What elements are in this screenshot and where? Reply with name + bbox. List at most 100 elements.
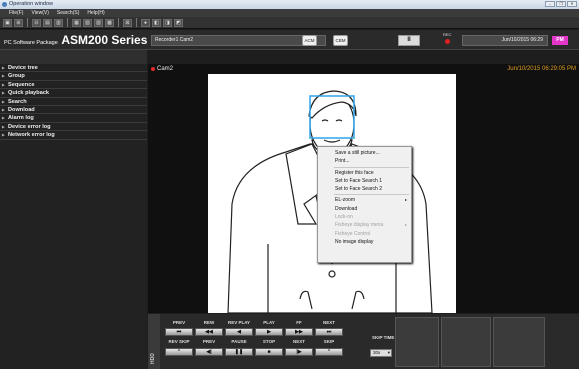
playback-controls: HDD SKIP TIME 30s ▾ PREV ⏮ REV SKIP ⌃ REW ◀◀ P… — [148, 314, 579, 369]
aux-panel-2 — [441, 317, 491, 367]
control-label-bottom: SKIP — [323, 339, 335, 344]
toolbar-button-0[interactable]: ▣ — [3, 18, 12, 27]
toolbar-button-4[interactable]: ▥ — [54, 18, 63, 27]
sidebar-item-group[interactable]: Group — [0, 72, 147, 81]
sidebar: Device treeGroupSequenceQuick playbackSe… — [0, 64, 147, 369]
control-label-top: FF — [296, 320, 302, 325]
context-menu-item[interactable]: Set to Face Search 2 — [318, 185, 411, 193]
menu-search[interactable]: Search(S) — [57, 9, 80, 17]
aux-panel-3 — [493, 317, 545, 367]
control-button-rew[interactable]: ◀◀ — [195, 328, 223, 336]
control-button-pause[interactable]: ❚❚ — [225, 348, 253, 356]
toolbar-button-10[interactable]: ● — [141, 18, 150, 27]
control-button-skip[interactable]: ⌃ — [315, 348, 343, 356]
context-menu: Save a still picture... Print... Register … — [317, 146, 412, 263]
toolbar-separator — [136, 18, 137, 27]
acm-button[interactable]: ACM — [302, 35, 317, 46]
context-menu-item-label: EL-zoom — [335, 197, 356, 204]
menu-file[interactable]: File(F) — [9, 9, 23, 17]
context-menu-item[interactable]: Fisheye display menu ▸ — [318, 221, 411, 229]
context-menu-item[interactable]: Download — [318, 205, 411, 213]
product-branding: PC Software Package ASM200 Series — [4, 34, 147, 49]
sidebar-item-search[interactable]: Search — [0, 98, 147, 106]
sidebar-item-device-error-log[interactable]: Device error log — [0, 123, 147, 132]
skip-time-select[interactable]: 30s ▾ — [370, 349, 392, 357]
context-menu-item[interactable]: Lock-on — [318, 213, 411, 221]
toolbar-button-8[interactable]: ▩ — [105, 18, 114, 27]
context-menu-item-label: Save a still picture... — [335, 150, 380, 156]
control-button-next[interactable]: ⏭ — [315, 328, 343, 336]
toolbar-button-6[interactable]: ▧ — [83, 18, 92, 27]
camera-status-icon — [151, 67, 155, 71]
menu-bar: File(F) View(V) Search(S) Help(H) — [0, 9, 579, 17]
skip-time-label: SKIP TIME — [372, 335, 395, 340]
sidebar-item-alarm-log[interactable]: Alarm log — [0, 114, 147, 123]
sidebar-item-download[interactable]: Download — [0, 106, 147, 115]
window-title: Operation window — [9, 1, 54, 7]
sidebar-item-network-error-log[interactable]: Network error log — [0, 131, 147, 140]
toolbar: ▣ ⊞ ⊟ ▤ ▥ ▦ ▧ ▨ ▩ ⊠ ● ◧ ◨ ◩ — [0, 17, 579, 29]
sidebar-item-quick-playback[interactable]: Quick playback — [0, 89, 147, 98]
context-menu-item[interactable]: Print... — [318, 157, 411, 165]
control-button-rev-play[interactable]: ◀ — [225, 328, 253, 336]
video-timestamp: Jun/10/2015 06:29:05 PM — [507, 66, 576, 72]
menu-separator — [334, 194, 409, 196]
context-menu-item[interactable]: Set to Face Search 1 — [318, 177, 411, 185]
toolbar-button-13[interactable]: ◩ — [174, 18, 183, 27]
recorder-camera-field[interactable]: Recorder1 Cam2 — [151, 35, 326, 46]
context-menu-item-label: Lock-on — [335, 214, 353, 221]
toolbar-button-12[interactable]: ◨ — [163, 18, 172, 27]
skip-time-value: 30s — [373, 350, 381, 355]
context-menu-item[interactable]: No image display — [318, 238, 411, 246]
context-menu-item-label: Print... — [335, 158, 350, 165]
toolbar-button-2[interactable]: ⊟ — [32, 18, 41, 27]
control-label-top: NEXT — [322, 320, 335, 325]
toolbar-button-1[interactable]: ⊞ — [14, 18, 23, 27]
maximize-button[interactable]: ❐ — [556, 1, 566, 7]
window-controls: – ❐ ✕ — [545, 1, 577, 7]
context-menu-item-label: No image display — [335, 238, 374, 245]
control-label-bottom: NEXT — [292, 339, 305, 344]
control-button-prev[interactable]: ◀| — [195, 348, 223, 356]
control-label-top: PLAY — [263, 320, 275, 325]
pm-badge: PM — [552, 36, 568, 45]
context-menu-item-label: Fisheye Control — [335, 230, 371, 237]
toolbar-button-11[interactable]: ◧ — [152, 18, 161, 27]
control-button-stop[interactable]: ■ — [255, 348, 283, 356]
toolbar-button-3[interactable]: ▤ — [43, 18, 52, 27]
toolbar-separator — [67, 18, 68, 27]
control-button-rev-skip[interactable]: ⌃ — [165, 348, 193, 356]
menu-view[interactable]: View(V) — [31, 9, 48, 17]
date-time-field[interactable]: Jun/10/2015 06:29 — [462, 35, 548, 46]
context-menu-item[interactable]: Save a still picture... — [318, 149, 411, 157]
chevron-right-icon: ▸ — [404, 197, 407, 203]
sidebar-item-device-tree[interactable]: Device tree — [0, 64, 147, 73]
control-button-ff[interactable]: ▶▶ — [285, 328, 313, 336]
control-button-next[interactable]: |▶ — [285, 348, 313, 356]
control-label-top: PREV — [172, 320, 186, 325]
cbm-button[interactable]: CBM — [333, 35, 348, 46]
control-label-bottom: PAUSE — [231, 339, 247, 344]
app-window: Operation window – ❐ ✕ File(F) View(V) S… — [0, 0, 579, 369]
menu-help[interactable]: Help(H) — [87, 9, 104, 17]
product-name: ASM200 Series — [61, 33, 148, 47]
control-button-play[interactable]: ▶ — [255, 328, 283, 336]
sidebar-header — [0, 50, 147, 64]
context-menu-item[interactable]: Register this face — [318, 169, 411, 177]
title-bar: Operation window – ❐ ✕ — [0, 0, 579, 9]
toolbar-button-9[interactable]: ⊠ — [123, 18, 132, 27]
control-label-bottom: REV SKIP — [168, 339, 190, 344]
control-label-bottom: PREV — [202, 339, 216, 344]
rec-indicator-icon — [445, 39, 450, 44]
toolbar-button-7[interactable]: ▨ — [94, 18, 103, 27]
context-menu-item-label: Fisheye display menu — [335, 222, 384, 229]
toolbar-button-5[interactable]: ▦ — [72, 18, 81, 27]
minimize-button[interactable]: – — [545, 1, 555, 7]
header-pause-button[interactable]: II — [398, 35, 420, 46]
hdd-selector[interactable]: HDD — [148, 314, 160, 369]
close-button[interactable]: ✕ — [567, 1, 577, 7]
control-button-prev[interactable]: ⏮ — [165, 328, 193, 336]
context-menu-item[interactable]: EL-zoom ▸ — [318, 196, 411, 204]
context-menu-item[interactable]: Fisheye Control — [318, 230, 411, 238]
sidebar-item-sequence[interactable]: Sequence — [0, 81, 147, 90]
